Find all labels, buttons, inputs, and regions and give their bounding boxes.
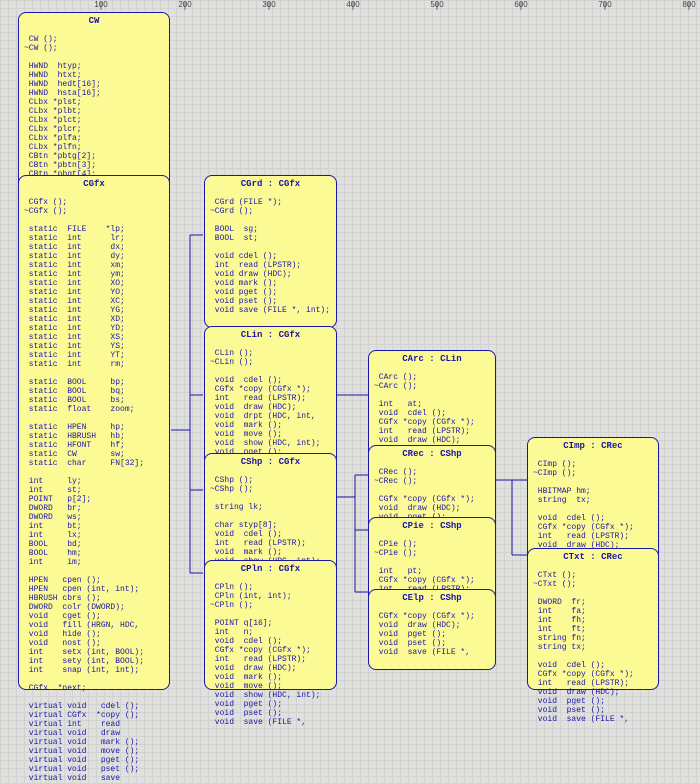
ruler-tick: 400 bbox=[346, 0, 359, 9]
node-title: CGfx bbox=[24, 179, 164, 190]
node-body: CGfx (); ~CGfx (); static FILE *lp; stat… bbox=[24, 198, 164, 783]
node-title: CTxt : CRec bbox=[533, 552, 653, 563]
ruler-tick: 700 bbox=[598, 0, 611, 9]
node-body: CPln (); CPln (int, int); ~CPln (); POIN… bbox=[210, 583, 331, 727]
class-node-ctxt[interactable]: CTxt : CRec CTxt (); ~CTxt (); DWORD fr;… bbox=[527, 548, 659, 690]
ruler-tick: 300 bbox=[262, 0, 275, 9]
node-title: CArc : CLin bbox=[374, 354, 490, 365]
node-title: CGrd : CGfx bbox=[210, 179, 331, 190]
ruler-tick: 100 bbox=[94, 0, 107, 9]
class-node-celp[interactable]: CElp : CShp CGfx *copy (CGfx *); void dr… bbox=[368, 589, 496, 670]
ruler-tick: 200 bbox=[178, 0, 191, 9]
node-title: CShp : CGfx bbox=[210, 457, 331, 468]
class-node-cgfx[interactable]: CGfx CGfx (); ~CGfx (); static FILE *lp;… bbox=[18, 175, 170, 690]
node-title: CRec : CShp bbox=[374, 449, 490, 460]
node-title: CPln : CGfx bbox=[210, 564, 331, 575]
class-node-cpln[interactable]: CPln : CGfx CPln (); CPln (int, int); ~C… bbox=[204, 560, 337, 690]
ruler-tick: 600 bbox=[514, 0, 527, 9]
class-node-cw[interactable]: CW CW (); ~CW (); HWND htyp; HWND htxt; … bbox=[18, 12, 170, 201]
node-body: CTxt (); ~CTxt (); DWORD fr; int fa; int… bbox=[533, 571, 653, 724]
node-body: CW (); ~CW (); HWND htyp; HWND htxt; HWN… bbox=[24, 35, 164, 188]
ruler-tick: 800 bbox=[682, 0, 695, 9]
node-body: CGrd (FILE *); ~CGrd (); BOOL sg; BOOL s… bbox=[210, 198, 331, 315]
node-body: CGfx *copy (CGfx *); void draw (HDC); vo… bbox=[374, 612, 490, 657]
node-title: CElp : CShp bbox=[374, 593, 490, 604]
node-title: CW bbox=[24, 16, 164, 27]
ruler-tick: 500 bbox=[430, 0, 443, 9]
class-node-cgrd[interactable]: CGrd : CGfx CGrd (FILE *); ~CGrd (); BOO… bbox=[204, 175, 337, 328]
node-title: CLin : CGfx bbox=[210, 330, 331, 341]
node-title: CImp : CRec bbox=[533, 441, 653, 452]
node-title: CPie : CShp bbox=[374, 521, 490, 532]
